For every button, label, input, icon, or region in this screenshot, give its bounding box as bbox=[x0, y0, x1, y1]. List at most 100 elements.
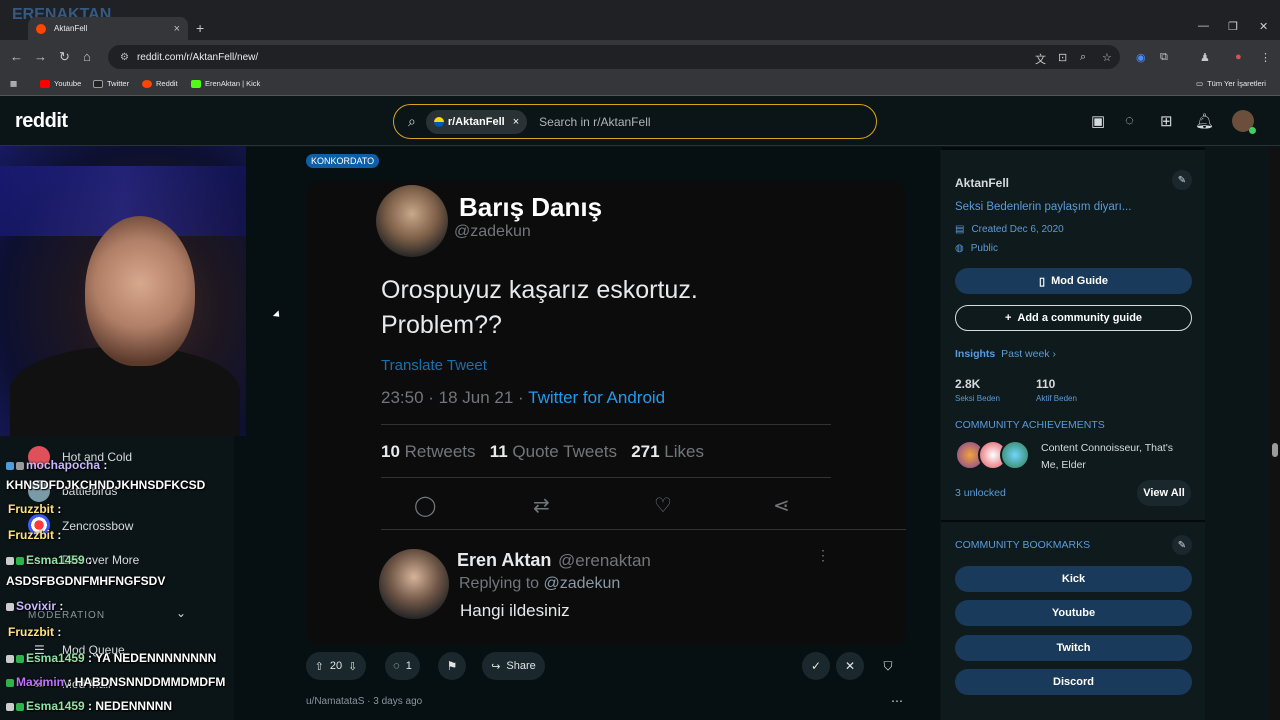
chevron-down-icon[interactable]: ⌄ bbox=[176, 606, 186, 620]
next-post-author[interactable]: u/NamatataS bbox=[306, 696, 364, 707]
subreddit-icon bbox=[433, 116, 444, 127]
new-tab-button[interactable]: + bbox=[196, 20, 204, 36]
shield-icon: ⛉ bbox=[883, 658, 893, 673]
search-icon: ⌕ bbox=[408, 113, 416, 129]
subreddit-chip[interactable]: r/AktanFell × bbox=[425, 109, 528, 134]
add-community-guide-button[interactable]: + Add a community guide bbox=[955, 305, 1192, 331]
incognito-icon[interactable]: ♟ bbox=[1200, 51, 1210, 64]
close-tab-icon[interactable]: × bbox=[174, 23, 180, 35]
award-icon: ⚑ bbox=[446, 659, 458, 673]
address-bar[interactable]: ⚙ reddit.com/r/AktanFell/new/ bbox=[108, 45, 1120, 69]
mod-guide-button[interactable]: ▯ Mod Guide bbox=[955, 268, 1192, 294]
upvote-icon[interactable]: ⇧ bbox=[315, 660, 324, 673]
award-button[interactable]: ⚑ bbox=[438, 652, 466, 680]
notifications-icon[interactable]: 🔔︎ bbox=[1195, 112, 1214, 130]
user-avatar[interactable] bbox=[1232, 110, 1256, 134]
reddit-favicon-icon bbox=[36, 23, 46, 34]
restore-icon[interactable]: ❐ bbox=[1228, 20, 1238, 33]
zoom-icon[interactable]: ⌕ bbox=[1080, 51, 1086, 64]
tweet-timestamp: 23:50 · 18 Jun 21 · Twitter for Android bbox=[381, 388, 666, 407]
reload-icon[interactable]: ↻ bbox=[59, 49, 70, 65]
share-button[interactable]: ↪ Share bbox=[482, 652, 545, 680]
reddit-logo[interactable]: reddit bbox=[15, 110, 68, 133]
bookmark-reddit[interactable]: Reddit bbox=[142, 79, 178, 88]
site-info-icon[interactable]: ⚙ bbox=[120, 52, 129, 63]
edit-bookmarks-icon[interactable]: ✎ bbox=[1172, 535, 1192, 555]
community-description: Seksi Bedenlerin paylaşım diyarı... bbox=[955, 201, 1132, 213]
extension-icon[interactable]: ◉ bbox=[1136, 51, 1146, 64]
tweet-text: Orospuyuz kaşarız eskortuz. Problem?? bbox=[381, 276, 698, 339]
chat-icon[interactable]: ◌ bbox=[1125, 112, 1134, 129]
achievement-badge-icon[interactable] bbox=[1000, 440, 1030, 470]
subreddit-chip-label: r/AktanFell bbox=[447, 115, 505, 128]
next-post-time: 3 days ago bbox=[373, 696, 423, 707]
downvote-icon[interactable]: ⇩ bbox=[348, 660, 357, 673]
chat-message: Esma1459 : YA NEDENNNNNNNN bbox=[6, 651, 216, 665]
community-bookmark-youtube[interactable]: Youtube bbox=[955, 600, 1192, 626]
chat-message: Esma1459 : bbox=[6, 553, 92, 567]
remove-chip-icon[interactable]: × bbox=[513, 116, 519, 128]
reply-context: Replying to @zadekun bbox=[459, 575, 621, 592]
bookmark-twitter[interactable]: Twitter bbox=[93, 79, 129, 88]
tweet-author-handle: @zadekun bbox=[454, 223, 531, 240]
search-input[interactable]: Search in r/AktanFell bbox=[539, 115, 650, 129]
tweet-stats: 10 Retweets 11 Quote Tweets 271 Likes bbox=[381, 442, 704, 461]
window-close-icon[interactable]: ✕ bbox=[1259, 20, 1268, 33]
translate-icon[interactable]: 文 bbox=[1035, 51, 1046, 67]
home-icon[interactable]: ⌂ bbox=[83, 49, 91, 64]
back-icon[interactable]: ← bbox=[10, 49, 23, 64]
profile-icon[interactable]: ● bbox=[1235, 51, 1242, 63]
mod-shield-button[interactable]: ⛉ bbox=[874, 652, 902, 680]
all-bookmarks[interactable]: ▭ Tüm Yer İşaretleri bbox=[1196, 79, 1266, 88]
bookmarks-bar: ▦ Youtube Twitter Reddit ErenAktan | Kic… bbox=[0, 74, 1280, 96]
apps-grid-icon[interactable]: ▦ bbox=[10, 79, 17, 88]
community-bookmarks-title: COMMUNITY BOOKMARKS bbox=[955, 539, 1091, 551]
bookmark-youtube[interactable]: Youtube bbox=[40, 79, 81, 88]
menu-kebab-icon[interactable]: ⋮ bbox=[1260, 51, 1271, 64]
scrollbar-thumb[interactable] bbox=[1272, 443, 1278, 457]
remove-button[interactable]: ✕ bbox=[836, 652, 864, 680]
insights-row[interactable]: Insights Past week › bbox=[955, 348, 1056, 360]
comment-icon: ◌ bbox=[393, 660, 400, 672]
post-flair[interactable]: KONKORDATO bbox=[306, 154, 380, 168]
chat-message: Maximin : HABDNSNNDDMMDMDFM bbox=[6, 675, 225, 689]
chat-message: ASDSFBGDNFMHFNGFSDV bbox=[6, 574, 166, 588]
reply-more-icon: ⋮ bbox=[816, 547, 830, 563]
star-icon[interactable]: ☆ bbox=[1102, 51, 1112, 64]
share-label: Share bbox=[506, 660, 536, 672]
vote-control: ⇧ 20 ⇩ bbox=[306, 652, 366, 680]
view-all-button[interactable]: View All bbox=[1137, 480, 1191, 506]
search-bar[interactable]: ⌕ r/AktanFell × Search in r/AktanFell bbox=[393, 104, 877, 139]
tweet-author-avatar bbox=[376, 185, 448, 257]
tweet-translate: Translate Tweet bbox=[381, 357, 487, 374]
browser-tab-bar: ERENAKTAN AktanFell × + — ❐ ✕ bbox=[0, 0, 1280, 40]
community-bookmark-kick[interactable]: Kick bbox=[955, 566, 1192, 592]
post-image[interactable]: Barış Danış @zadekun Orospuyuz kaşarız e… bbox=[306, 181, 906, 645]
install-icon[interactable]: ⊡ bbox=[1058, 51, 1067, 64]
streamer-webcam bbox=[0, 146, 246, 436]
create-post-icon[interactable]: ⊞ bbox=[1160, 112, 1173, 130]
reply-text: Hangi ildesiniz bbox=[460, 601, 570, 620]
comments-button[interactable]: ◌ 1 bbox=[385, 652, 420, 680]
chat-message: KHNSDFDJKCHNDJKHNSDFKCSD bbox=[6, 478, 206, 492]
page-scrollbar[interactable] bbox=[1270, 147, 1280, 720]
advertise-icon[interactable]: ▣ bbox=[1091, 112, 1105, 130]
post-more-icon[interactable]: ⋯ bbox=[891, 694, 903, 708]
chat-message: Fruzzbit : bbox=[8, 528, 62, 542]
guide-icon: ▯ bbox=[1039, 275, 1046, 288]
forward-icon[interactable]: → bbox=[34, 49, 47, 64]
edit-community-icon[interactable]: ✎ bbox=[1172, 170, 1192, 190]
community-bookmark-twitch[interactable]: Twitch bbox=[955, 635, 1192, 661]
chat-message: mochapocha : bbox=[6, 458, 107, 472]
youtube-icon bbox=[40, 79, 50, 88]
x-icon bbox=[93, 79, 103, 88]
chat-message: Sovixir : bbox=[6, 599, 63, 613]
approve-button[interactable]: ✓ bbox=[802, 652, 830, 680]
left-nav-zencrossbow[interactable]: Zencrossbow bbox=[62, 519, 133, 533]
community-bookmark-discord[interactable]: Discord bbox=[955, 669, 1192, 695]
extensions-puzzle-icon[interactable]: ⧉ bbox=[1160, 51, 1168, 64]
browser-tab[interactable]: AktanFell × bbox=[28, 17, 188, 40]
comment-count: 1 bbox=[405, 660, 412, 672]
minimize-icon[interactable]: — bbox=[1198, 20, 1209, 32]
bookmark-kick[interactable]: ErenAktan | Kick bbox=[191, 79, 260, 88]
